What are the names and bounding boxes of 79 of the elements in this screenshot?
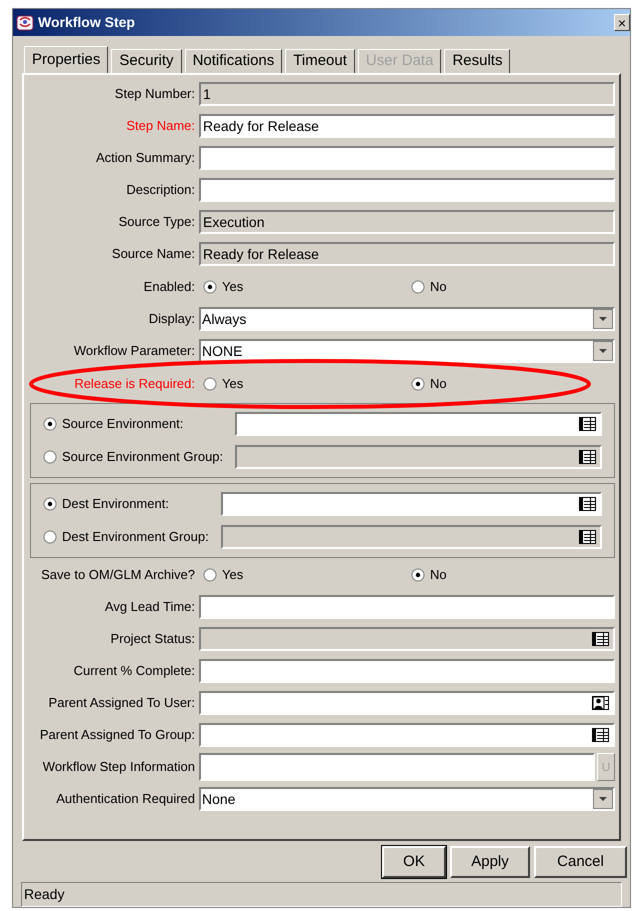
field-label: Current % Complete: [74, 662, 195, 680]
tab[interactable]: Properties [24, 46, 108, 73]
user-field[interactable] [199, 691, 615, 715]
option-label: Source Environment Group: [62, 448, 224, 466]
field-label: Action Summary: [96, 149, 195, 168]
field-label: Source Type: [118, 213, 195, 232]
lookup-field[interactable] [220, 492, 602, 516]
field-label: Step Number: [114, 85, 195, 104]
list-icon[interactable] [579, 417, 596, 431]
option-label: Yes [222, 278, 244, 296]
dropdown[interactable]: None [199, 787, 615, 811]
field-label: Workflow Step Information [42, 758, 195, 776]
text-field[interactable] [199, 595, 615, 619]
text-field[interactable]: Execution [199, 210, 615, 234]
status-text: Ready [24, 885, 64, 904]
list-icon[interactable] [592, 728, 609, 742]
radio-button[interactable] [411, 568, 425, 582]
option-label: Yes [222, 374, 244, 393]
caret-icon[interactable] [593, 789, 613, 809]
option-label: Yes [222, 566, 244, 584]
radio-button[interactable] [203, 280, 217, 294]
dialog-button[interactable]: OK [382, 846, 446, 878]
caret-icon[interactable] [593, 309, 613, 329]
dialog-button[interactable]: Cancel [534, 846, 627, 878]
list-icon[interactable] [579, 450, 596, 464]
radio-button[interactable] [411, 280, 425, 294]
text-field[interactable]: Ready for Release [199, 242, 615, 266]
radio-button[interactable] [43, 530, 57, 544]
radio-button[interactable] [411, 376, 425, 390]
field-label: Release is Required: [74, 374, 195, 393]
dropdown[interactable]: Always [199, 307, 615, 331]
field-label: Workflow Parameter: [74, 342, 195, 360]
field-label: Display: [148, 310, 195, 328]
tab[interactable]: Security [111, 49, 182, 73]
field-label: Save to OM/GLM Archive? [41, 566, 195, 584]
option-label: Dest Environment Group: [62, 528, 209, 546]
field-label: Source Name: [112, 245, 195, 264]
text-field[interactable] [199, 178, 615, 202]
tab[interactable]: Results [444, 49, 510, 73]
radio-button[interactable] [43, 450, 57, 464]
dropdown[interactable]: NONE [199, 339, 615, 363]
text-field[interactable]: Ready for Release [199, 114, 615, 138]
list-icon[interactable] [579, 497, 596, 511]
lookup-field[interactable] [199, 627, 615, 651]
option-label: Source Environment: [62, 415, 184, 434]
tab[interactable]: Notifications [184, 49, 282, 73]
field-label: Description: [126, 181, 195, 200]
list-icon[interactable] [592, 632, 609, 646]
field-label: Project Status: [110, 630, 195, 648]
dialog-button[interactable]: Apply [450, 846, 530, 878]
field-label: Parent Assigned To User: [48, 694, 195, 712]
lookup-field[interactable] [220, 525, 602, 549]
lookup-field[interactable] [235, 412, 602, 436]
field-label: Avg Lead Time: [104, 598, 195, 616]
field-label: Step Name: [126, 117, 195, 136]
radio-button[interactable] [203, 568, 217, 582]
option-label: No [430, 374, 447, 393]
list-icon[interactable] [579, 530, 596, 544]
text-field[interactable]: 1 [199, 82, 615, 106]
lookup-field[interactable] [235, 445, 602, 469]
app-icon [16, 14, 34, 32]
text-field[interactable] [199, 146, 615, 170]
option-label: No [430, 566, 447, 584]
person-icon[interactable] [592, 696, 609, 710]
radio-button[interactable] [43, 417, 57, 431]
window-title: Workflow Step [38, 13, 136, 32]
field-label: Authentication Required [56, 790, 195, 808]
field-label: Parent Assigned To Group: [40, 726, 195, 744]
caret-icon[interactable] [593, 341, 613, 361]
lookup-field[interactable] [199, 723, 615, 747]
tab[interactable]: Timeout [285, 49, 355, 73]
option-label: Dest Environment: [62, 495, 169, 514]
text-field[interactable] [199, 659, 615, 683]
option-label: No [430, 278, 447, 296]
radio-button[interactable] [203, 376, 217, 390]
text-field[interactable] [199, 753, 595, 781]
close-button[interactable]: × [614, 14, 630, 31]
field-label: Enabled: [144, 278, 195, 296]
radio-button[interactable] [43, 497, 57, 511]
